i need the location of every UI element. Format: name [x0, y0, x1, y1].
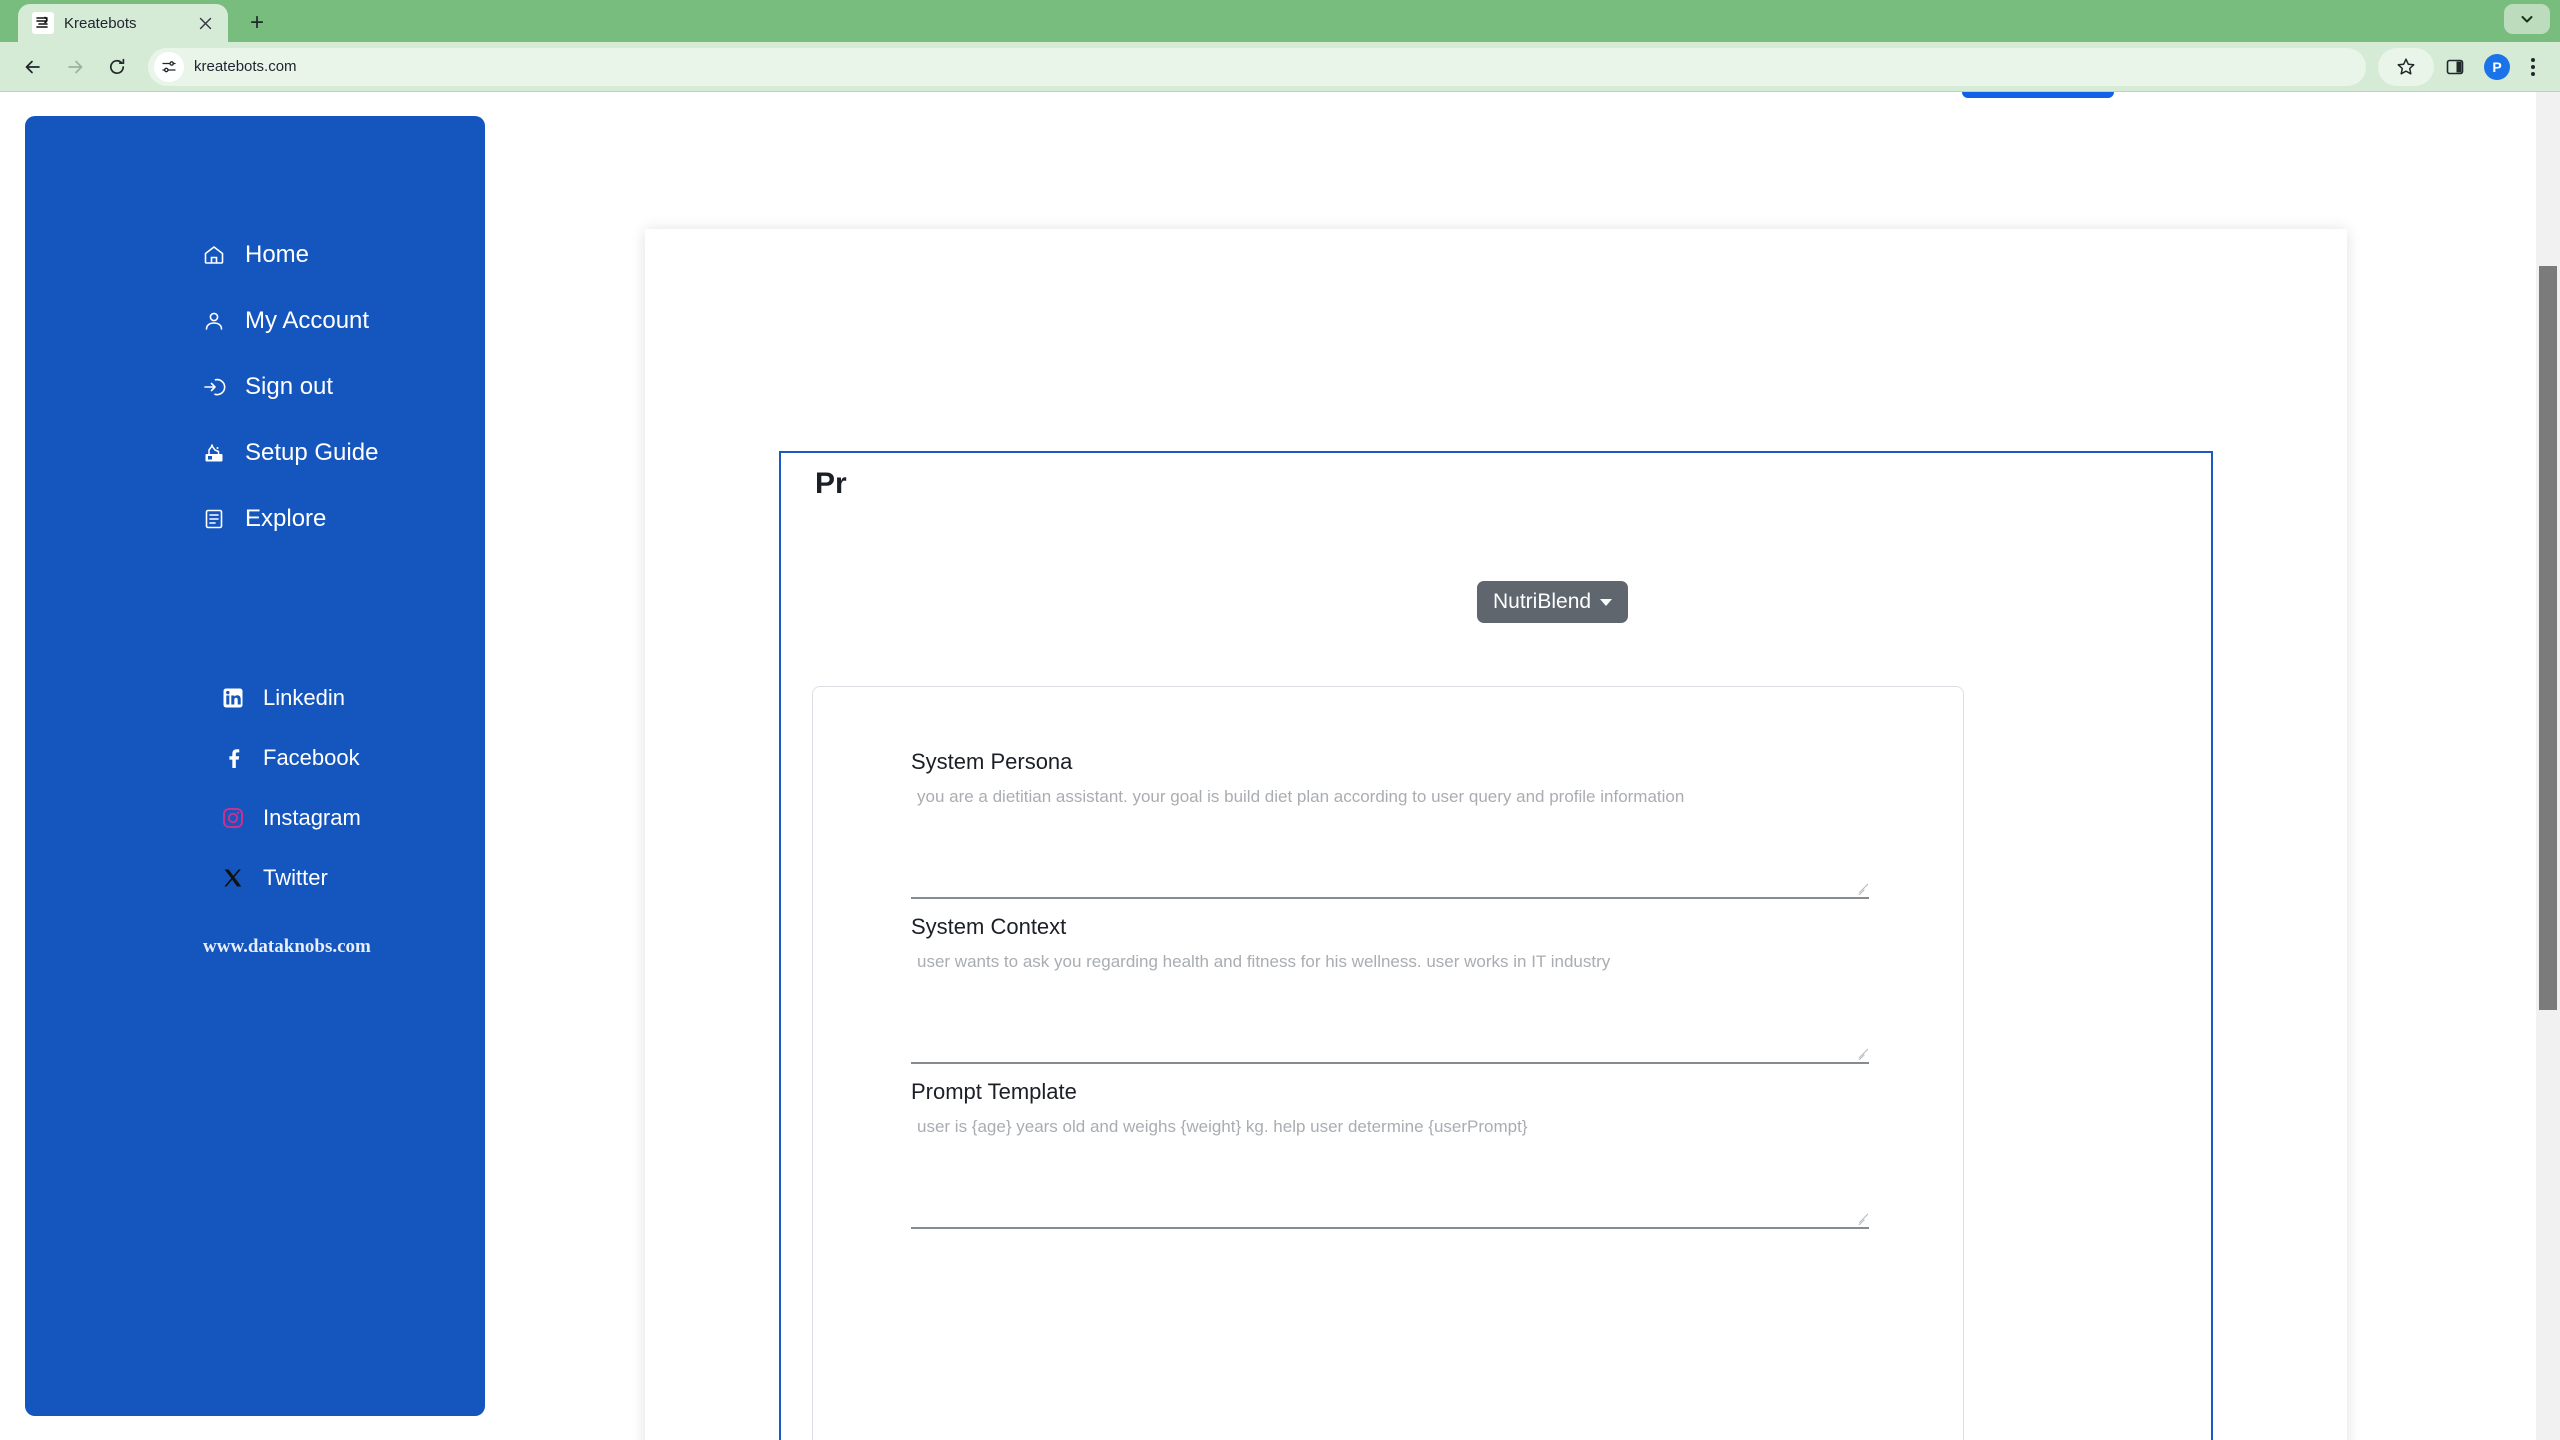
- sign-out-icon: [201, 374, 227, 400]
- resize-grip-icon[interactable]: [1854, 1211, 1868, 1225]
- sidebar-item-label: Sign out: [245, 373, 334, 400]
- caret-down-icon: [1600, 598, 1613, 606]
- bot-selector-label: NutriBlend: [1493, 590, 1592, 613]
- kreatebots-logo-icon: [32, 12, 54, 34]
- site-settings-icon[interactable]: [154, 51, 184, 82]
- sidebar-item-label: Explore: [245, 505, 327, 532]
- system-context-textarea[interactable]: user wants to ask you regarding health a…: [911, 946, 1869, 1064]
- tab-title: Kreatebots: [64, 14, 137, 32]
- social-link-label: Twitter: [263, 865, 328, 890]
- main-content-card: Pr NutriBlend System Persona you are a d…: [645, 229, 2347, 1440]
- sidebar-footer-url[interactable]: www.dataknobs.com: [25, 936, 485, 958]
- field-prompt-template: Prompt Template user is {age} years old …: [911, 1079, 1869, 1229]
- twitter-x-icon: [221, 866, 245, 890]
- user-icon: [201, 308, 227, 334]
- social-link-instagram[interactable]: Instagram: [25, 788, 485, 848]
- field-label: System Context: [911, 914, 1067, 939]
- page-scrollbar[interactable]: [2536, 92, 2560, 1440]
- prompt-fields-card: System Persona you are a dietitian assis…: [812, 686, 1964, 1440]
- field-system-context: System Context user wants to ask you reg…: [911, 914, 1869, 1064]
- chevron-down-icon[interactable]: [2504, 4, 2550, 34]
- sidebar-item-explore[interactable]: Explore: [25, 486, 485, 552]
- social-link-label: Linkedin: [263, 685, 345, 710]
- profile-avatar[interactable]: P: [2484, 53, 2510, 80]
- sidebar-item-my-account[interactable]: My Account: [25, 288, 485, 354]
- tab-strip: Kreatebots +: [0, 0, 2560, 42]
- new-tab-button[interactable]: +: [240, 6, 274, 40]
- scrollbar-thumb[interactable]: [2539, 266, 2557, 1010]
- field-label: System Persona: [911, 749, 1073, 774]
- page-title: Pr: [815, 467, 847, 500]
- sidebar-item-home[interactable]: Home: [25, 222, 485, 288]
- facebook-icon: [221, 746, 245, 770]
- back-arrow-icon[interactable]: [14, 48, 52, 86]
- social-link-twitter[interactable]: Twitter: [25, 848, 485, 908]
- field-placeholder: user is {age} years old and weighs {weig…: [917, 1117, 1528, 1136]
- sidebar-nav: Home My Account Sign out Setup Guide Exp…: [25, 222, 485, 552]
- star-icon[interactable]: [2378, 47, 2434, 86]
- address-bar[interactable]: kreatebots.com: [148, 47, 2366, 86]
- close-icon[interactable]: [194, 12, 216, 34]
- explore-icon: [201, 506, 227, 532]
- kebab-menu-icon[interactable]: [2520, 57, 2546, 76]
- sidebar-item-label: Home: [245, 241, 310, 268]
- browser-tab[interactable]: Kreatebots: [18, 4, 228, 42]
- social-link-label: Facebook: [263, 745, 360, 770]
- social-link-label: Instagram: [263, 805, 361, 830]
- social-link-facebook[interactable]: Facebook: [25, 728, 485, 788]
- field-label: Prompt Template: [911, 1079, 1077, 1104]
- sidebar-item-label: My Account: [245, 307, 370, 334]
- toolbar-actions: P: [2378, 47, 2546, 86]
- browser-window: Kreatebots + kreatebots.com P Home My Ac…: [0, 0, 2560, 1440]
- home-icon: [201, 242, 227, 268]
- sidebar-item-sign-out[interactable]: Sign out: [25, 354, 485, 420]
- field-placeholder: you are a dietitian assistant. your goal…: [917, 787, 1685, 806]
- clipped-action-button[interactable]: [1962, 92, 2114, 98]
- url-text: kreatebots.com: [194, 58, 297, 75]
- sidebar-item-label: Setup Guide: [245, 439, 379, 466]
- app-sidebar: Home My Account Sign out Setup Guide Exp…: [25, 116, 485, 1416]
- page-viewport: Home My Account Sign out Setup Guide Exp…: [0, 92, 2560, 1440]
- sidebar-item-setup-guide[interactable]: Setup Guide: [25, 420, 485, 486]
- resize-grip-icon[interactable]: [1854, 1046, 1868, 1060]
- instagram-icon: [221, 806, 245, 830]
- field-system-persona: System Persona you are a dietitian assis…: [911, 749, 1869, 899]
- sidebar-social-links: Linkedin Facebook Instagram Twitter: [25, 668, 485, 908]
- reload-icon[interactable]: [98, 48, 136, 86]
- resize-grip-icon[interactable]: [1854, 881, 1868, 895]
- system-persona-textarea[interactable]: you are a dietitian assistant. your goal…: [911, 781, 1869, 899]
- prompt-template-textarea[interactable]: user is {age} years old and weighs {weig…: [911, 1111, 1869, 1229]
- bot-selector-dropdown[interactable]: NutriBlend: [1477, 581, 1629, 623]
- social-link-linkedin[interactable]: Linkedin: [25, 668, 485, 728]
- forward-arrow-icon: [56, 48, 94, 86]
- browser-toolbar: kreatebots.com P: [0, 42, 2560, 92]
- field-placeholder: user wants to ask you regarding health a…: [917, 952, 1611, 971]
- setup-guide-icon: [201, 440, 227, 466]
- side-panel-icon[interactable]: [2436, 48, 2474, 86]
- linkedin-icon: [221, 686, 245, 710]
